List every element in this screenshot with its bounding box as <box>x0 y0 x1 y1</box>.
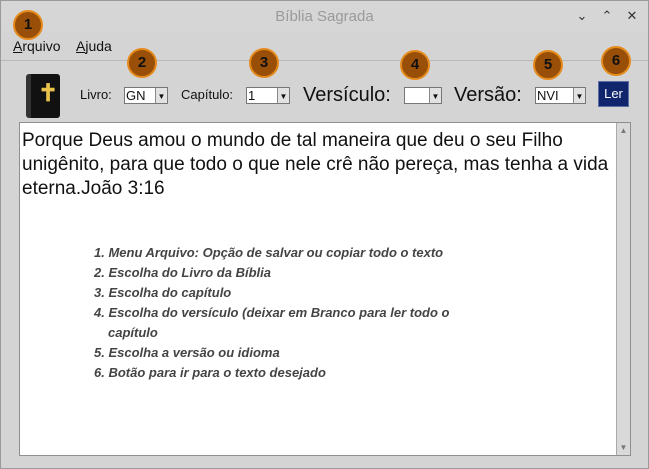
versiculo-select[interactable]: ▼ <box>404 87 442 104</box>
cross-icon: ✝ <box>38 80 59 107</box>
callout-badge-3: 3 <box>249 48 279 78</box>
livro-value: GN <box>126 88 146 103</box>
menu-ajuda-label: juda <box>85 38 112 54</box>
minimize-button[interactable]: ⌄ <box>572 6 592 26</box>
instruction-item: 2. Escolha do Livro da Bíblia <box>94 265 271 280</box>
chevron-down-icon[interactable]: ▼ <box>429 88 441 103</box>
instruction-item: 5. Escolha a versão ou idioma <box>94 345 280 360</box>
chevron-down-icon[interactable]: ▼ <box>573 88 585 103</box>
scroll-down-icon[interactable]: ▼ <box>618 442 629 453</box>
menu-ajuda-mnemonic: A <box>76 38 86 54</box>
verse-text: Porque Deus amou o mundo de tal maneira … <box>22 130 609 199</box>
close-button[interactable]: ✕ <box>622 6 642 26</box>
callout-badge-4: 4 <box>400 50 430 80</box>
instruction-item: 6. Botão para ir para o texto desejado <box>94 365 326 380</box>
menu-ajuda[interactable]: Ajuda <box>76 38 112 54</box>
versao-value: NVI <box>537 88 559 103</box>
vertical-scrollbar[interactable]: ▲ ▼ <box>616 123 630 455</box>
versao-select[interactable]: NVI ▼ <box>535 87 586 104</box>
callout-badge-5: 5 <box>533 50 563 80</box>
title-bar[interactable]: Bíblia Sagrada ⌄ ⌃ ✕ <box>1 1 648 31</box>
instruction-item: 4. Escolha do versículo (deixar em Branc… <box>94 305 450 320</box>
maximize-button[interactable]: ⌃ <box>597 6 617 26</box>
instruction-item: 1. Menu Arquivo: Opção de salvar ou copi… <box>94 245 444 260</box>
livro-select[interactable]: GN ▼ <box>124 87 168 104</box>
menu-arquivo[interactable]: Arquivo <box>13 38 60 54</box>
chevron-down-icon[interactable]: ▼ <box>277 88 289 103</box>
callout-badge-2: 2 <box>127 48 157 78</box>
bible-book-icon: ✝ <box>26 74 60 118</box>
versiculo-label: Versículo: <box>303 84 391 106</box>
ler-button[interactable]: Ler <box>598 81 629 107</box>
chevron-down-icon[interactable]: ▼ <box>155 88 167 103</box>
window-title: Bíblia Sagrada <box>275 8 374 25</box>
livro-label: Livro: <box>80 87 112 102</box>
versao-label: Versão: <box>454 84 522 106</box>
instruction-item: 3. Escolha do capítulo <box>94 285 232 300</box>
capitulo-select[interactable]: 1 ▼ <box>246 87 290 104</box>
app-window: Bíblia Sagrada ⌄ ⌃ ✕ Arquivo Ajuda 1 2 3… <box>0 0 649 469</box>
scroll-up-icon[interactable]: ▲ <box>618 125 629 136</box>
callout-badge-6: 6 <box>601 46 631 76</box>
capitulo-label: Capítulo: <box>181 87 234 102</box>
instruction-item: capítulo <box>108 325 158 340</box>
menu-arquivo-label: rquivo <box>22 38 61 54</box>
menu-arquivo-mnemonic: A <box>13 38 23 54</box>
capitulo-value: 1 <box>248 88 256 103</box>
callout-badge-1: 1 <box>13 10 43 40</box>
